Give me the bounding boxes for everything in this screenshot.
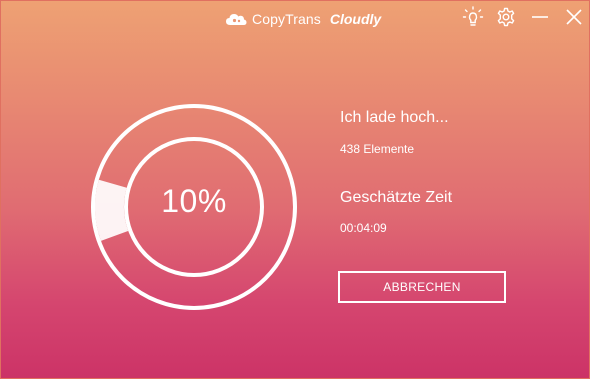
settings-button[interactable] xyxy=(494,5,518,29)
cancel-button[interactable]: ABBRECHEN xyxy=(338,271,506,303)
app-brand: CopyTrans Cloudly xyxy=(225,11,381,27)
cloud-logo-icon xyxy=(226,14,247,25)
app-window: CopyTrans Cloudly 10% Ich lade hoch... 4… xyxy=(0,0,590,379)
app-name-bold: Cloudly xyxy=(329,11,382,27)
estimated-time-value: 00:04:09 xyxy=(340,221,387,235)
title-bar[interactable]: CopyTrans Cloudly xyxy=(1,1,589,35)
close-button[interactable] xyxy=(562,5,586,29)
gear-icon xyxy=(497,7,515,27)
tips-button[interactable] xyxy=(461,5,485,29)
progress-percent: 10% xyxy=(161,183,227,219)
item-count: 438 Elemente xyxy=(340,142,415,156)
estimated-time-label: Geschätzte Zeit xyxy=(340,189,453,206)
minimize-icon xyxy=(532,16,548,18)
close-icon xyxy=(566,9,582,25)
status-title: Ich lade hoch... xyxy=(340,109,449,126)
lightbulb-icon xyxy=(462,6,484,26)
minimize-button[interactable] xyxy=(528,5,552,29)
app-name: CopyTrans xyxy=(252,11,321,27)
